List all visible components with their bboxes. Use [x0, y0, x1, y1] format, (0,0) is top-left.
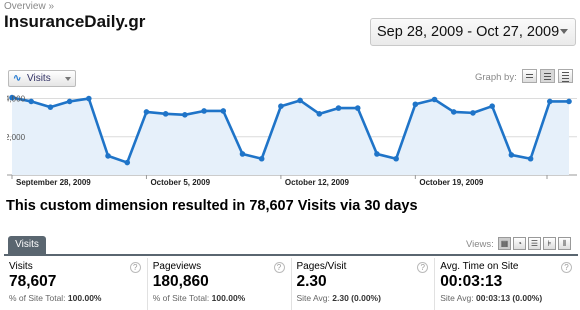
graph-by-day-button[interactable] [522, 69, 537, 83]
y-tick-label: 4,000 [7, 95, 26, 104]
metric-pageviews[interactable]: Pageviews 180,860 % of Site Total: 100.0… [148, 258, 292, 310]
metric-name: Avg. Time on Site [440, 261, 519, 272]
data-point [86, 95, 92, 102]
metric-selector-label: Visits [27, 73, 51, 84]
metric-value: 78,607 [9, 273, 57, 290]
data-point [182, 112, 188, 118]
data-point [201, 108, 207, 114]
table-view-icon[interactable]: ▦ [498, 237, 511, 250]
help-icon[interactable]: ? [129, 262, 141, 273]
data-point [546, 98, 553, 105]
data-point [239, 151, 246, 157]
metric-sub: % of Site Total: 100.00% [9, 293, 102, 303]
data-point [354, 105, 361, 111]
metric-name: Pageviews [152, 261, 202, 272]
graph-by-label: Graph by: [475, 72, 517, 83]
metric-avg-time-on-site[interactable]: Avg. Time on Site 00:03:13 Site Avg: 00:… [435, 258, 578, 310]
graph-by-month-button[interactable] [558, 69, 573, 83]
data-point [508, 152, 515, 158]
data-point [124, 159, 131, 166]
y-tick-label: 2,000 [7, 133, 26, 142]
data-point [527, 155, 534, 162]
chevron-down-icon [560, 29, 568, 34]
data-point [297, 97, 303, 104]
data-point [470, 110, 476, 116]
date-range-text: Sep 28, 2009 - Oct 27, 2009 [377, 24, 560, 40]
metric-value: 2.30 [296, 273, 327, 290]
views-label: Views: [466, 239, 494, 250]
data-point [393, 155, 399, 162]
help-icon[interactable]: ? [273, 262, 285, 273]
site-title: InsuranceDaily.gr [4, 12, 146, 31]
data-point [47, 104, 54, 110]
tab-underline [4, 254, 578, 256]
data-point [431, 96, 438, 103]
dropdown-arrow-icon [65, 77, 71, 81]
visits-chart: 4,000 2,000 September 28, 2009 October 5, 2… [7, 95, 577, 187]
data-point [162, 111, 169, 117]
x-tick-label: October 5, 2009 [150, 178, 210, 187]
data-point [105, 153, 111, 159]
metric-sub: Site Avg: 2.30 (0.00%) [296, 293, 381, 303]
data-point [66, 98, 73, 105]
x-tick-label: September 28, 2009 [16, 178, 91, 187]
data-point [489, 103, 495, 109]
data-point [220, 108, 227, 114]
data-point [566, 98, 572, 105]
data-point [28, 98, 35, 105]
graph-by-week-button[interactable] [540, 69, 555, 83]
breadcrumb[interactable]: Overview » [4, 1, 54, 12]
comparison-view-icon[interactable]: ⊧ [543, 237, 556, 250]
metric-value: 180,860 [152, 273, 209, 290]
data-point [450, 109, 457, 115]
data-point [374, 151, 380, 157]
tab-visits[interactable]: Visits [8, 236, 46, 254]
x-tick-label: October 19, 2009 [419, 178, 484, 187]
metric-selector[interactable]: ∿ Visits [8, 70, 76, 87]
data-point [316, 111, 323, 117]
metric-sub: Site Avg: 00:03:13 (0.00%) [440, 293, 543, 303]
data-point [258, 155, 265, 162]
summary-text: This custom dimension resulted in 78,607… [6, 198, 418, 214]
pie-view-icon[interactable]: ◔ [513, 237, 526, 250]
help-icon[interactable]: ? [561, 262, 572, 273]
metric-value: 00:03:13 [440, 273, 503, 290]
metric-pages-per-visit[interactable]: Pages/Visit 2.30 Site Avg: 2.30 (0.00%) … [292, 258, 436, 310]
x-tick-label: October 12, 2009 [285, 178, 350, 187]
data-point [278, 103, 284, 109]
metric-name: Pages/Visit [296, 261, 347, 272]
metric-sub: % of Site Total: 100.00% [152, 293, 246, 303]
pivot-view-icon[interactable]: ⦀ [558, 237, 571, 250]
line-chart-icon: ∿ [13, 73, 22, 84]
data-point [335, 105, 342, 111]
metric-visits[interactable]: Visits 78,607 % of Site Total: 100.00% ? [4, 258, 148, 310]
data-point [143, 109, 150, 115]
bar-view-icon[interactable]: ☰ [528, 237, 541, 250]
data-point [412, 101, 419, 108]
metrics-scorecard: Visits 78,607 % of Site Total: 100.00% ?… [4, 258, 578, 310]
date-range-picker[interactable]: Sep 28, 2009 - Oct 27, 2009 [370, 18, 576, 46]
metric-name: Visits [9, 261, 33, 272]
